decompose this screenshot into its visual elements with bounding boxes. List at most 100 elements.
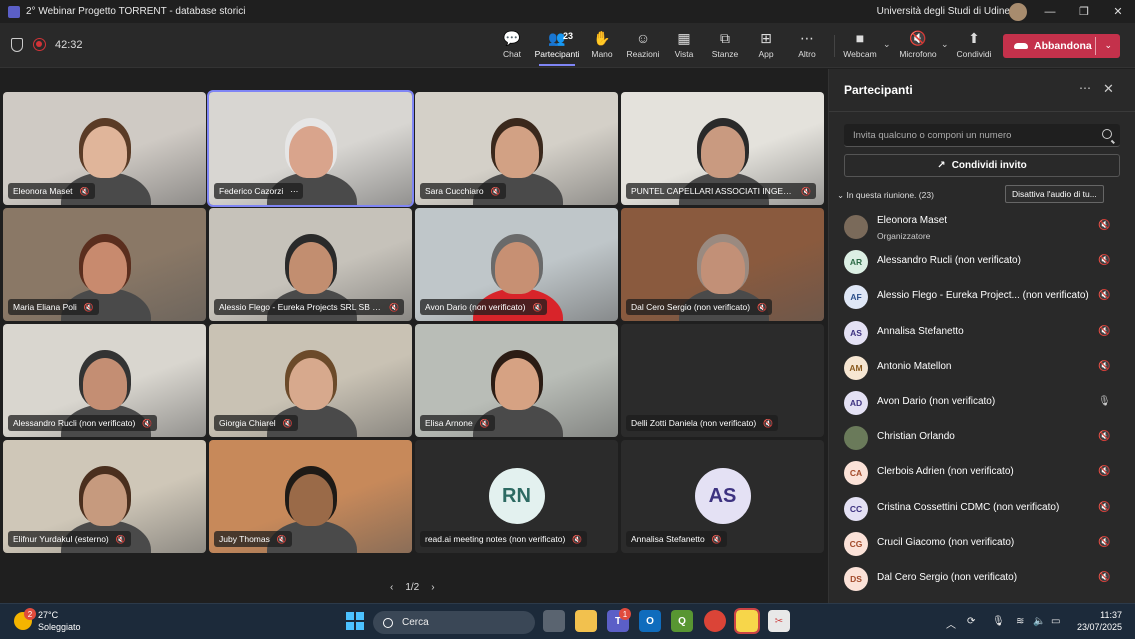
account-avatar[interactable] (1009, 2, 1027, 21)
leave-options-chevron-icon[interactable]: ⌄ (1104, 40, 1112, 51)
avatar: AR (844, 250, 868, 275)
microphone-muted-icon[interactable]: 🔇 (1098, 431, 1110, 442)
video-tile[interactable]: RN read.ai meeting notes (non verificato)… (415, 440, 618, 553)
name-plate: Elifnur Yurdakul (esterno) 🔇 (8, 531, 131, 547)
participants-label: Partecipanti (534, 49, 580, 59)
battery-icon[interactable]: ▭ (1051, 616, 1060, 627)
reactions-button[interactable]: ☺ Reazioni (621, 29, 665, 59)
start-windows-icon[interactable] (344, 610, 366, 632)
apps-button[interactable]: ⊞ App (744, 29, 788, 60)
outlook-icon[interactable]: O (639, 610, 661, 632)
video-tile[interactable]: Elisa Arnone 🔇 (415, 324, 618, 437)
share-button[interactable]: ⬆ Condividi (952, 29, 996, 60)
organization-name[interactable]: Università degli Studi di Udine (877, 6, 1010, 17)
sticky-notes-icon[interactable] (734, 608, 760, 634)
search-icon[interactable] (1102, 129, 1112, 139)
next-page-icon[interactable]: › (431, 582, 434, 593)
system-clock[interactable]: 11:37 23/07/2025 (1072, 609, 1122, 633)
panel-more-icon[interactable]: ⋯ (1079, 81, 1091, 95)
microphone-muted-icon[interactable]: 🔇 (1098, 502, 1110, 513)
previous-page-icon[interactable]: ‹ (390, 582, 393, 593)
participant-row[interactable]: AD Avon Dario (non verificato) 🎙 (829, 385, 1135, 420)
video-tile[interactable]: Elifnur Yurdakul (esterno) 🔇 (3, 440, 206, 553)
participant-row[interactable]: Eleonora Maset Organizzatore 🔇 (829, 209, 1135, 244)
participant-row[interactable]: AS Annalisa Stefanetto 🔇 (829, 315, 1135, 350)
snipping-tool-icon[interactable]: ✂ (768, 610, 790, 632)
microphone-muted-icon[interactable]: 🔇 (1098, 220, 1110, 231)
avatar: CC (844, 496, 868, 521)
microphone-muted-icon[interactable]: 🔇 (1098, 255, 1110, 266)
microphone-muted-icon[interactable]: 🔇 (1098, 537, 1110, 548)
panel-close-icon[interactable]: ✕ (1103, 81, 1114, 97)
shield-icon[interactable] (11, 38, 23, 52)
chrome-icon[interactable] (704, 610, 726, 632)
apps-label: App (758, 49, 774, 59)
video-tile[interactable]: Maria Eliana Poli 🔇 (3, 208, 206, 321)
tray-chevron-icon[interactable]: ︿ (946, 616, 956, 631)
microphone-muted-icon[interactable]: 🔇 (1098, 326, 1110, 337)
participant-face (289, 474, 333, 526)
microphone-muted-icon[interactable]: 🔇 (1098, 361, 1110, 372)
microphone-options-chevron-icon[interactable]: ⌄ (941, 39, 949, 50)
webcam-options-chevron-icon[interactable]: ⌄ (883, 39, 891, 50)
video-tile[interactable]: AS Annalisa Stefanetto 🔇 (621, 440, 824, 553)
video-tile[interactable]: Sara Cucchiaro 🔇 (415, 92, 618, 205)
participant-row[interactable]: AF Alessio Flego - Eureka Project... (non… (829, 279, 1135, 314)
microphone-button[interactable]: 🔇 Microfono (896, 29, 940, 60)
video-tile[interactable]: Avon Dario (non verificato) 🔇 (415, 208, 618, 321)
leave-button[interactable]: Abbandona ⌄ (1003, 34, 1120, 58)
tray-microphone-muted-icon[interactable]: 🎙 (992, 616, 1005, 627)
minimize-button[interactable]: — (1033, 0, 1067, 23)
video-tile[interactable]: Delli Zotti Daniela (non verificato) 🔇 (621, 324, 824, 437)
file-explorer-icon[interactable] (575, 610, 597, 632)
video-tile[interactable]: Giorgia Chiarel 🔇 (209, 324, 412, 437)
toolbar-divider (834, 35, 835, 57)
video-tile[interactable]: PUNTEL CAPELLARI ASSOCIATI INGEGN... 🔇 (621, 92, 824, 205)
share-invite-button[interactable]: ↗ Condividi invito (844, 154, 1120, 177)
participant-row[interactable]: Christian Orlando 🔇 (829, 420, 1135, 455)
view-button[interactable]: ▦ Vista (662, 29, 706, 60)
invite-search-input[interactable] (844, 124, 1084, 147)
participant-row[interactable]: CA Clerbois Adrien (non verificato) 🔇 (829, 455, 1135, 490)
video-tile[interactable]: Alessio Flego - Eureka Projects SRL SB (… (209, 208, 412, 321)
sync-icon[interactable]: ⟳ (967, 616, 975, 627)
chat-button[interactable]: 💬 Chat (490, 29, 534, 60)
name-plate: read.ai meeting notes (non verificato) 🔇 (420, 531, 588, 547)
taskbar-search[interactable]: Cerca (373, 611, 535, 634)
close-window-button[interactable]: ✕ (1101, 0, 1135, 23)
participant-name: Sara Cucchiaro (425, 186, 484, 196)
participant-row[interactable]: DS Dal Cero Sergio (non verificato) 🔇 (829, 561, 1135, 596)
video-tile[interactable]: Federico Cazorzi ⋯ (207, 90, 414, 207)
participant-face (289, 126, 333, 178)
microphone-muted-icon[interactable]: 🔇 (1098, 572, 1110, 583)
task-view-icon[interactable] (543, 610, 565, 632)
video-tile[interactable]: Eleonora Maset 🔇 (3, 92, 206, 205)
participant-name: Elisa Arnone (425, 418, 473, 428)
in-meeting-section-header[interactable]: ⌄ In questa riunione. (23) (837, 190, 934, 201)
video-tile[interactable]: Juby Thomas 🔇 (209, 440, 412, 553)
wifi-icon[interactable]: ≋ (1016, 616, 1024, 627)
webcam-button[interactable]: ■ Webcam (838, 29, 882, 59)
video-tile[interactable]: Alessandro Rucli (non verificato) 🔇 (3, 324, 206, 437)
participant-row[interactable]: AR Alessandro Rucli (non verificato) 🔇 (829, 244, 1135, 279)
microphone-muted-icon: 🔇 (909, 29, 927, 46)
participant-row[interactable]: AM Antonio Matellon 🔇 (829, 350, 1135, 385)
tile-more-icon[interactable]: ⋯ (290, 187, 298, 196)
recording-icon[interactable] (33, 38, 46, 51)
microphone-muted-icon[interactable]: 🔇 (1098, 466, 1110, 477)
participant-name: Alessio Flego - Eureka Projects SRL SB (… (219, 302, 383, 312)
rooms-button[interactable]: ⧉ Stanze (703, 29, 747, 60)
taskbar-search-icon (383, 617, 393, 628)
participant-row[interactable]: CG Crucil Giacomo (non verificato) 🔇 (829, 526, 1135, 561)
mute-all-button[interactable]: Disattiva l'audio di tu... (1005, 185, 1104, 203)
raise-hand-button[interactable]: ✋ Mano (580, 29, 624, 60)
participants-button[interactable]: 👥 23 Partecipanti (534, 29, 580, 66)
microphone-muted-icon[interactable]: 🔇 (1098, 290, 1110, 301)
more-button[interactable]: ⋯ Altro (785, 29, 829, 60)
restore-button[interactable]: ❐ (1067, 0, 1101, 23)
volume-muted-icon[interactable]: 🔈 (1033, 616, 1045, 627)
participant-row[interactable]: CC Cristina Cossettini CDMC (non verifica… (829, 491, 1135, 526)
microphone-on-icon[interactable]: 🎙 (1098, 396, 1111, 407)
video-tile[interactable]: Dal Cero Sergio (non verificato) 🔇 (621, 208, 824, 321)
qgis-icon[interactable]: Q (671, 610, 693, 632)
